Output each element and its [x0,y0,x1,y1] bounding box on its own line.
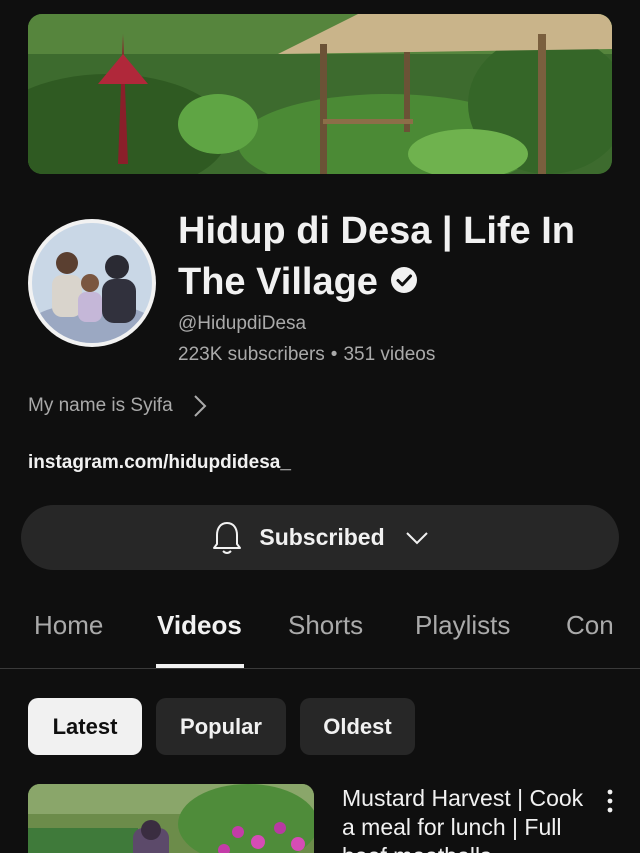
subscriber-count: 223K subscribers [178,344,325,365]
chevron-down-icon [405,531,428,544]
channel-title-text: Hidup di Desa | Life In The Village [178,210,575,303]
channel-banner [28,14,612,174]
tab-community[interactable]: Con [566,610,614,641]
filter-popular[interactable]: Popular [156,698,286,755]
verified-check-icon [390,266,417,293]
channel-stats: 223K subscribers • 351 videos [178,344,435,366]
tab-home[interactable]: Home [34,610,103,641]
channel-link[interactable]: instagram.com/hidupdidesa_ [28,452,291,474]
filter-latest[interactable]: Latest [28,698,142,755]
active-tab-indicator [156,664,244,668]
channel-title: Hidup di Desa | Life In The Village [178,206,618,308]
channel-description[interactable]: My name is Syifa [28,394,207,418]
channel-avatar[interactable] [28,219,156,347]
channel-handle: @HidupdiDesa [178,313,307,334]
bell-icon [213,521,242,554]
tab-playlists[interactable]: Playlists [415,610,510,641]
tab-videos[interactable]: Videos [157,610,242,641]
chevron-right-icon [193,395,207,417]
video-title[interactable]: Mustard Harvest | Cook a meal for lunch … [342,784,592,853]
video-count: 351 videos [343,344,436,365]
more-options-icon[interactable] [600,788,620,814]
filter-oldest[interactable]: Oldest [300,698,415,755]
subscribe-label: Subscribed [259,524,385,550]
subscribed-button[interactable]: Subscribed [21,505,619,570]
description-text: My name is Syifa [28,395,173,416]
channel-tabs: Home Videos Shorts Playlists Con [0,596,640,669]
stats-separator: • [330,344,338,365]
video-thumbnail[interactable] [28,784,314,853]
filter-chips: Latest Popular Oldest [0,698,640,755]
tab-shorts[interactable]: Shorts [288,610,363,641]
